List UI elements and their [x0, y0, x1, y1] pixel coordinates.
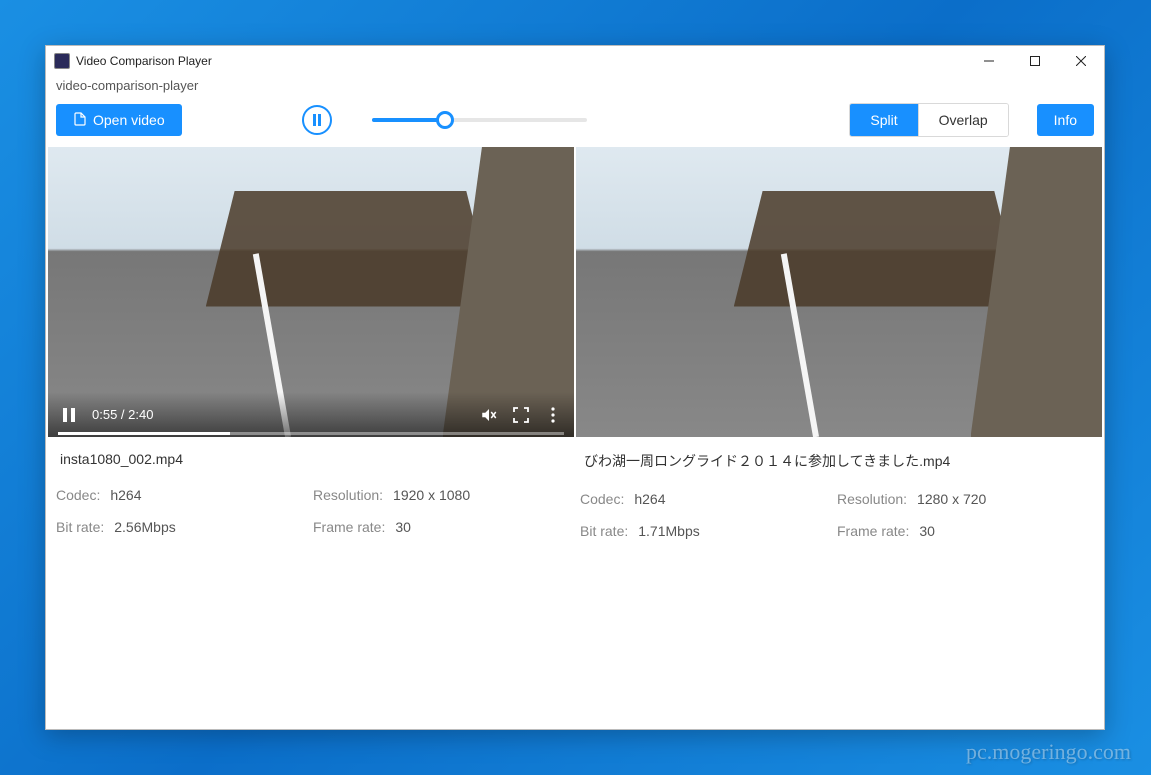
framerate-value: 30 [919, 523, 935, 539]
video-time: 0:55 / 2:40 [92, 407, 153, 422]
video-split-area: 0:55 / 2:40 [46, 147, 1104, 437]
resolution-label: Resolution: [837, 491, 907, 507]
bitrate-label: Bit rate: [56, 519, 104, 535]
video-controls-overlay: 0:55 / 2:40 [48, 392, 574, 437]
view-mode-group: Split Overlap [849, 103, 1008, 137]
filename-left: insta1080_002.mp4 [56, 451, 570, 467]
titlebar: Video Comparison Player [46, 46, 1104, 76]
video-info-area: insta1080_002.mp4 Codec: h264 Resolution… [46, 437, 1104, 569]
info-col-left: insta1080_002.mp4 Codec: h264 Resolution… [56, 451, 570, 555]
bitrate-value: 2.56Mbps [114, 519, 175, 535]
video-pane-left[interactable]: 0:55 / 2:40 [48, 147, 574, 437]
window-controls [966, 46, 1104, 76]
info-col-right: びわ湖一周ロングライド２０１４に参加してきました.mp4 Codec: h264… [580, 451, 1094, 555]
open-video-button[interactable]: Open video [56, 104, 182, 136]
open-video-label: Open video [93, 112, 165, 128]
pause-button[interactable] [302, 105, 332, 135]
mute-icon [480, 406, 498, 424]
codec-label: Codec: [580, 491, 624, 507]
info-button[interactable]: Info [1037, 104, 1094, 136]
close-icon [1076, 56, 1086, 66]
file-open-icon [73, 112, 87, 129]
pause-icon [313, 114, 321, 126]
close-button[interactable] [1058, 46, 1104, 76]
fullscreen-button[interactable] [512, 406, 530, 424]
maximize-icon [1030, 56, 1040, 66]
filename-right: びわ湖一周ロングライド２０１４に参加してきました.mp4 [580, 451, 1094, 471]
framerate-label: Frame rate: [313, 519, 385, 535]
mode-overlap-button[interactable]: Overlap [919, 104, 1008, 136]
video-pane-right[interactable] [576, 147, 1102, 437]
codec-label: Codec: [56, 487, 100, 503]
mode-split-button[interactable]: Split [850, 104, 918, 136]
toolbar: Open video Split Overlap Info [46, 97, 1104, 147]
app-window: Video Comparison Player video-comparison… [45, 45, 1105, 730]
more-vertical-icon [551, 407, 555, 423]
framerate-label: Frame rate: [837, 523, 909, 539]
minimize-button[interactable] [966, 46, 1012, 76]
bitrate-value: 1.71Mbps [638, 523, 699, 539]
fullscreen-icon [513, 407, 529, 423]
slider-handle[interactable] [436, 111, 454, 129]
bitrate-label: Bit rate: [580, 523, 628, 539]
more-button[interactable] [544, 406, 562, 424]
video-progress-bar[interactable] [58, 432, 564, 435]
window-title: Video Comparison Player [76, 54, 212, 68]
minimize-icon [984, 56, 994, 66]
app-icon [54, 53, 70, 69]
desktop-watermark: pc.mogeringo.com [966, 739, 1131, 765]
resolution-value: 1920 x 1080 [393, 487, 470, 503]
slider-track [372, 118, 445, 122]
codec-value: h264 [634, 491, 665, 507]
mute-button[interactable] [480, 406, 498, 424]
resolution-label: Resolution: [313, 487, 383, 503]
pause-icon [63, 408, 75, 422]
codec-value: h264 [110, 487, 141, 503]
maximize-button[interactable] [1012, 46, 1058, 76]
video-progress-fill [58, 432, 230, 435]
framerate-value: 30 [395, 519, 411, 535]
video-pause-button[interactable] [60, 406, 78, 424]
resolution-value: 1280 x 720 [917, 491, 986, 507]
app-subtitle: video-comparison-player [46, 76, 1104, 97]
seek-slider[interactable] [372, 112, 587, 128]
video-frame-right [576, 147, 1102, 437]
